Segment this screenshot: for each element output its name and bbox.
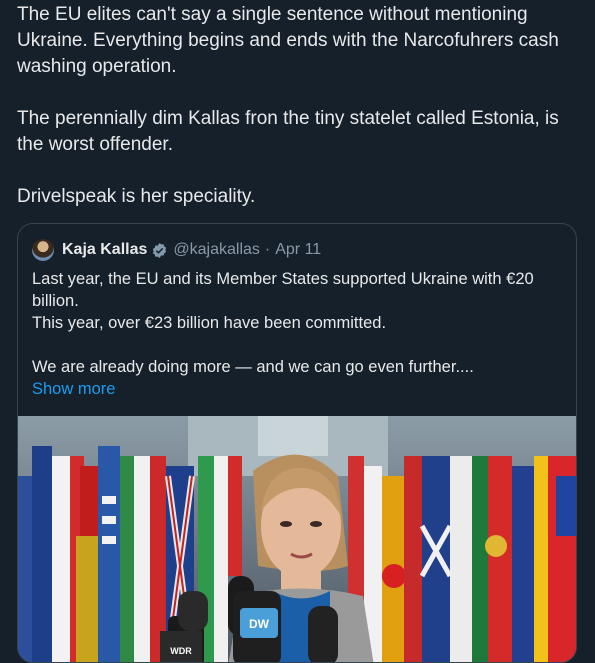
meta-separator: · (264, 241, 271, 258)
press-photo: DW WDR (18, 416, 576, 662)
show-more-link[interactable]: Show more (32, 378, 562, 400)
post-body: The EU elites can't say a single sentenc… (17, 2, 583, 236)
quoted-post-card[interactable]: Kaja Kallas @kajakallas · Apr 11 Last ye… (17, 223, 577, 663)
verified-badge-icon (153, 242, 167, 258)
quoted-post-header: Kaja Kallas @kajakallas · Apr 11 (32, 237, 321, 263)
post-paragraph: The perennially dim Kallas fron the tiny… (17, 108, 559, 155)
quoted-post-text: Last year, the EU and its Member States … (32, 268, 562, 400)
quoted-media-image[interactable]: DW WDR (18, 416, 576, 662)
quoted-text-blank-line (32, 334, 562, 356)
quoted-text-line: Last year, the EU and its Member States … (32, 270, 534, 310)
flags-left (18, 446, 242, 662)
quoted-author-name[interactable]: Kaja Kallas (62, 241, 147, 259)
post-paragraph: The EU elites can't say a single sentenc… (17, 4, 559, 77)
wdr-mic-label: WDR (170, 646, 192, 656)
quoted-author-handle[interactable]: @kajakallas (173, 241, 260, 259)
flags-right (348, 456, 576, 662)
post-paragraph: Drivelspeak is her speciality. (17, 186, 256, 207)
avatar[interactable] (32, 239, 54, 261)
quoted-text-line: We are already doing more — and we can g… (32, 358, 474, 376)
quoted-text-line: This year, over €23 billion have been co… (32, 314, 387, 332)
dw-mic-label: DW (249, 617, 270, 631)
quoted-post-date[interactable]: Apr 11 (275, 241, 321, 259)
